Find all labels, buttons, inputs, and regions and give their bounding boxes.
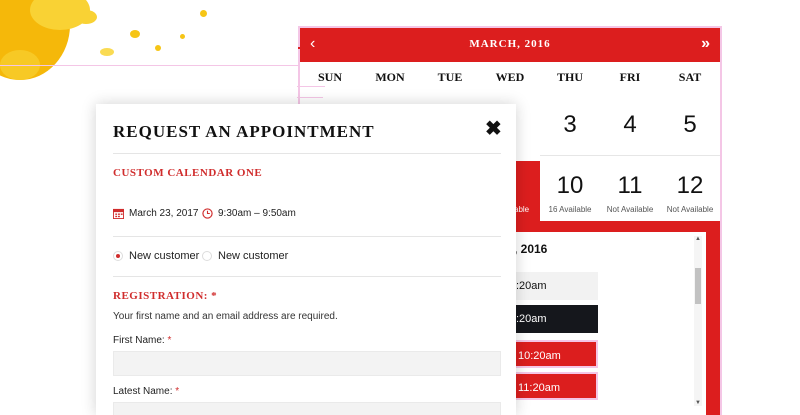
- weekday-label: MON: [375, 70, 405, 84]
- appointment-time: 9:30am – 9:50am: [202, 208, 296, 219]
- appointment-modal: REQUEST AN APPOINTMENT ✖ CUSTOM CALENDAR…: [96, 104, 516, 415]
- required-marker: *: [167, 335, 172, 346]
- latest-name-input[interactable]: [113, 402, 501, 415]
- scroll-down-arrow-icon[interactable]: ▼: [694, 400, 702, 406]
- radio-button-selected[interactable]: [113, 251, 123, 261]
- day-number: 3: [563, 111, 577, 138]
- weekday-label: SAT: [678, 70, 702, 84]
- calendar-header: ‹ MARCH, 2016 »: [300, 28, 720, 62]
- weekday-label: THU: [556, 70, 583, 84]
- divider: [113, 276, 501, 277]
- calendar-day-cell[interactable]: 3: [540, 112, 600, 138]
- divider: [113, 153, 501, 154]
- registration-heading: REGISTRATION: *: [113, 290, 218, 302]
- time-slot-selected[interactable]: :20am: [510, 305, 598, 333]
- customer-type-option[interactable]: New customer: [202, 250, 288, 262]
- calendar-day-cell[interactable]: 10 16 Available: [540, 172, 600, 215]
- stray-pink-line: [0, 65, 300, 66]
- latest-name-label: Latest Name: *: [113, 386, 180, 397]
- time-slots-scrollbar[interactable]: ▲ ▼: [694, 236, 702, 406]
- paint-splash-decoration: [0, 0, 240, 120]
- modal-title: REQUEST AN APPOINTMENT: [113, 122, 375, 141]
- weekday-header-row: SUN MON TUE WED THU FRI SAT: [300, 70, 720, 90]
- weekday-label: WED: [495, 70, 525, 84]
- day-number: 5: [683, 111, 697, 138]
- double-chevron-right-icon[interactable]: »: [701, 35, 710, 53]
- calendar-day-cell[interactable]: 11 Not Available: [600, 172, 660, 215]
- day-availability: 16 Available: [548, 205, 592, 214]
- radio-label: New customer: [129, 250, 200, 262]
- registration-help-text: Your first name and an email address are…: [113, 311, 338, 322]
- weekday-label: SUN: [317, 70, 342, 84]
- time-slot[interactable]: 10:20am: [510, 340, 598, 368]
- close-icon[interactable]: ✖: [485, 119, 502, 139]
- row-divider: [540, 155, 720, 156]
- day-number: 10: [556, 172, 584, 199]
- day-availability: Not Available: [606, 205, 654, 214]
- weekday-label: FRI: [619, 70, 641, 84]
- appointment-time-text: 9:30am – 9:50am: [218, 208, 296, 219]
- calendar-day-cell[interactable]: 5: [660, 112, 720, 138]
- divider: [113, 236, 501, 237]
- day-number: 4: [623, 111, 637, 138]
- scroll-up-arrow-icon[interactable]: ▲: [694, 236, 702, 242]
- first-name-input[interactable]: [113, 351, 501, 376]
- time-slot[interactable]: :20am: [510, 272, 598, 300]
- calendar-icon: [113, 208, 124, 219]
- time-slot[interactable]: 11:20am: [510, 372, 598, 400]
- radio-button[interactable]: [202, 251, 212, 261]
- weekday-label: TUE: [437, 70, 463, 84]
- radio-label: New customer: [218, 250, 289, 262]
- stray-pink-line: [297, 86, 325, 87]
- calendar-day-cell[interactable]: 4: [600, 112, 660, 138]
- calendar-name: CUSTOM CALENDAR ONE: [113, 167, 263, 179]
- appointment-date-text: March 23, 2017: [129, 208, 199, 219]
- day-number: 12: [676, 172, 704, 199]
- day-availability: able: [514, 205, 530, 214]
- customer-type-option[interactable]: New customer: [113, 250, 199, 262]
- stray-pink-line: [297, 97, 323, 98]
- day-availability: Not Available: [666, 205, 714, 214]
- time-slots-panel: ), 2016 :20am :20am 10:20am 11:20am ▲ ▼: [510, 232, 706, 415]
- required-marker: *: [175, 386, 180, 397]
- first-name-label: First Name: *: [113, 335, 172, 346]
- calendar-day-cell[interactable]: 12 Not Available: [660, 172, 720, 215]
- appointment-date: March 23, 2017: [113, 208, 199, 219]
- day-number: 11: [617, 172, 643, 199]
- clock-icon: [202, 208, 213, 219]
- stray-red-line: [298, 47, 398, 49]
- scroll-thumb[interactable]: [695, 268, 701, 304]
